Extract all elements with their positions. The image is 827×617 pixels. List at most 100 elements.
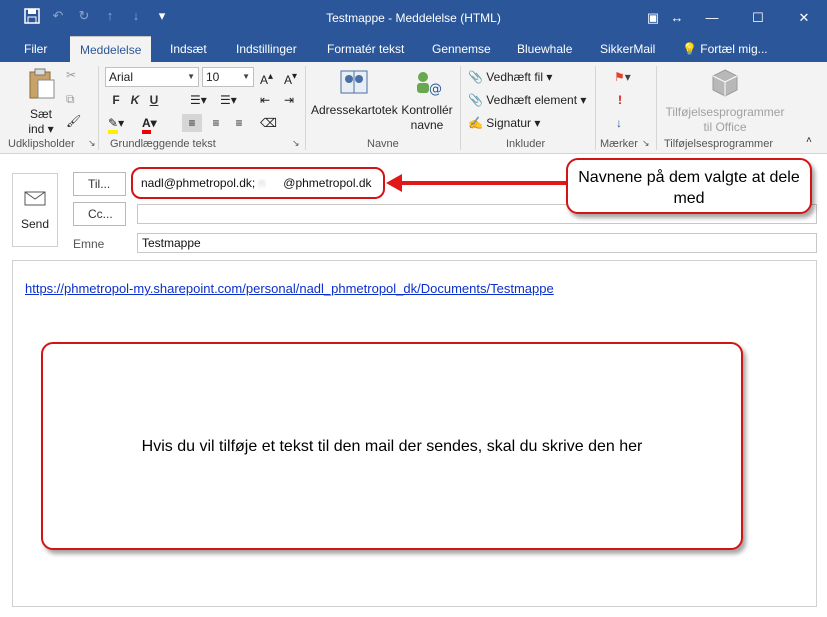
cut-icon[interactable]: ✂ — [66, 66, 76, 84]
cc-button[interactable]: Cc... — [73, 202, 126, 226]
format-painter-icon[interactable]: 🖌 — [66, 112, 81, 130]
divider — [656, 66, 657, 150]
chevron-down-icon: ▾ — [534, 116, 541, 130]
check-names-label-1: Kontrollér — [401, 103, 453, 117]
chevron-down-icon: ▼ — [187, 72, 195, 81]
group-label-basic-text: Grundlæggende tekst — [110, 138, 216, 150]
signature-icon: ✍ — [468, 116, 483, 130]
maximize-button[interactable]: ☐ — [735, 0, 781, 36]
address-book-button[interactable]: Adressekartotek — [311, 68, 398, 118]
high-importance-icon[interactable]: ! — [618, 91, 622, 109]
tab-filer[interactable]: Filer — [14, 36, 57, 62]
attach-file-label: Vedhæft fil — [486, 70, 543, 84]
bullets-icon[interactable]: ☰▾ — [190, 91, 207, 109]
names-callout: Navnene på dem valgte at dele med — [566, 158, 812, 214]
paperclip-icon: 📎 — [468, 70, 483, 84]
check-names-button[interactable]: @ Kontrollér navne — [399, 68, 455, 133]
chevron-down-icon: ▾ — [546, 70, 553, 84]
recipients-highlight — [131, 167, 385, 199]
font-color-icon[interactable]: A▾ — [142, 114, 157, 134]
numbering-icon[interactable]: ☰▾ — [220, 91, 237, 109]
align-right-icon[interactable]: ≡ — [229, 114, 249, 132]
check-names-label-2: navne — [410, 118, 444, 132]
divider — [595, 66, 596, 150]
align-center-icon[interactable]: ≡ — [206, 114, 226, 132]
to-button[interactable]: Til... — [73, 172, 126, 196]
tab-tell-me[interactable]: 💡 Fortæl mig... — [672, 36, 778, 62]
shrink-font-icon[interactable]: A▾ — [284, 68, 297, 87]
body-callout: Hvis du vil tilføje et tekst til den mai… — [41, 342, 743, 550]
subject-label: Emne — [73, 237, 105, 251]
group-label-tags: Mærker — [600, 138, 638, 150]
body-callout-text: Hvis du vil tilføje et tekst til den mai… — [141, 438, 643, 455]
copy-icon[interactable]: ⧉ — [66, 90, 75, 108]
subject-field[interactable]: Testmappe — [137, 233, 817, 253]
follow-up-flag-icon[interactable]: ⚑▾ — [614, 68, 631, 86]
group-label-names: Navne — [367, 138, 399, 150]
clear-formatting-icon[interactable]: ⌫ — [260, 114, 277, 132]
minimize-button[interactable]: — — [689, 0, 735, 36]
italic-button[interactable]: K — [127, 91, 143, 109]
tell-me-label: Fortæl mig... — [700, 42, 768, 56]
font-size-combo[interactable]: 10 ▼ — [202, 67, 254, 87]
chevron-down-icon: ▼ — [242, 72, 250, 81]
dialog-launcher-icon[interactable]: ↘ — [88, 138, 96, 149]
send-button[interactable]: Send — [12, 173, 58, 247]
divider — [98, 66, 99, 150]
office-addins-button[interactable]: Tilføjelsesprogrammer til Office — [662, 68, 788, 135]
chevron-down-icon: ▾ — [44, 122, 54, 136]
align-left-icon[interactable]: ≡ — [182, 114, 202, 132]
tab-indsaet[interactable]: Indsæt — [160, 36, 217, 62]
svg-text:@: @ — [429, 82, 442, 96]
divider — [305, 66, 306, 150]
font-size-value: 10 — [206, 70, 220, 84]
resize-icon[interactable]: ↔ — [665, 0, 689, 36]
decrease-indent-icon[interactable]: ⇤ — [260, 91, 270, 109]
close-button[interactable]: ✕ — [781, 0, 827, 36]
address-book-icon — [311, 68, 397, 100]
send-envelope-icon — [13, 190, 57, 209]
names-callout-text: Navnene på dem valgte at dele med — [578, 169, 800, 207]
clipboard-icon — [18, 68, 64, 104]
signature-label: Signatur — [486, 116, 531, 130]
ribbon-display-icon[interactable]: ▣ — [641, 0, 665, 36]
font-name-combo[interactable]: Arial ▼ — [105, 67, 199, 87]
collapse-ribbon-icon[interactable]: ˄ — [806, 132, 812, 150]
window-controls: ▣ ↔ — ☐ ✕ — [641, 0, 827, 36]
paste-label-2: ind — [28, 122, 45, 136]
dialog-launcher-icon[interactable]: ↘ — [292, 138, 300, 149]
send-label: Send — [20, 217, 50, 231]
bold-button[interactable]: F — [108, 91, 124, 109]
tab-formater-tekst[interactable]: Formatér tekst — [317, 36, 414, 62]
dialog-launcher-icon[interactable]: ↘ — [642, 138, 650, 149]
title-bar: ↶ ↻ ↑ ↓ ▾ Testmappe - Meddelelse (HTML) … — [0, 0, 827, 36]
tab-meddelelse[interactable]: Meddelelse — [70, 36, 152, 62]
check-names-icon: @ — [399, 68, 455, 100]
signature-button[interactable]: ✍ Signatur ▾ — [468, 114, 540, 132]
sharepoint-link[interactable]: https://phmetropol-my.sharepoint.com/per… — [25, 281, 554, 296]
lightbulb-icon: 💡 — [682, 42, 697, 56]
group-label-include: Inkluder — [506, 138, 546, 150]
annotation-arrowhead — [386, 174, 402, 192]
annotation-arrow — [390, 181, 566, 185]
tab-sikkermail[interactable]: SikkerMail — [590, 36, 665, 62]
addins-cube-icon — [662, 68, 788, 102]
paste-button[interactable]: Sæt ind ▾ — [18, 68, 64, 137]
font-name-value: Arial — [109, 70, 134, 84]
grow-font-icon[interactable]: A▴ — [260, 68, 273, 87]
chevron-down-icon: ▾ — [580, 93, 587, 107]
attach-item-button[interactable]: 📎 Vedhæft element ▾ — [468, 91, 586, 109]
group-label-clipboard: Udklipsholder — [8, 138, 75, 150]
increase-indent-icon[interactable]: ⇥ — [284, 91, 294, 109]
attach-item-label: Vedhæft element — [486, 93, 578, 107]
divider — [460, 66, 461, 150]
low-importance-icon[interactable]: ↓ — [616, 114, 622, 132]
paste-label-1: Sæt — [29, 107, 52, 121]
highlight-icon[interactable]: ✎▾ — [108, 114, 124, 134]
underline-button[interactable]: U — [146, 91, 162, 109]
tab-indstillinger[interactable]: Indstillinger — [226, 36, 307, 62]
tab-gennemse[interactable]: Gennemse — [422, 36, 501, 62]
attach-item-icon: 📎 — [468, 93, 483, 107]
attach-file-button[interactable]: 📎 Vedhæft fil ▾ — [468, 68, 552, 86]
tab-bluewhale[interactable]: Bluewhale — [507, 36, 582, 62]
